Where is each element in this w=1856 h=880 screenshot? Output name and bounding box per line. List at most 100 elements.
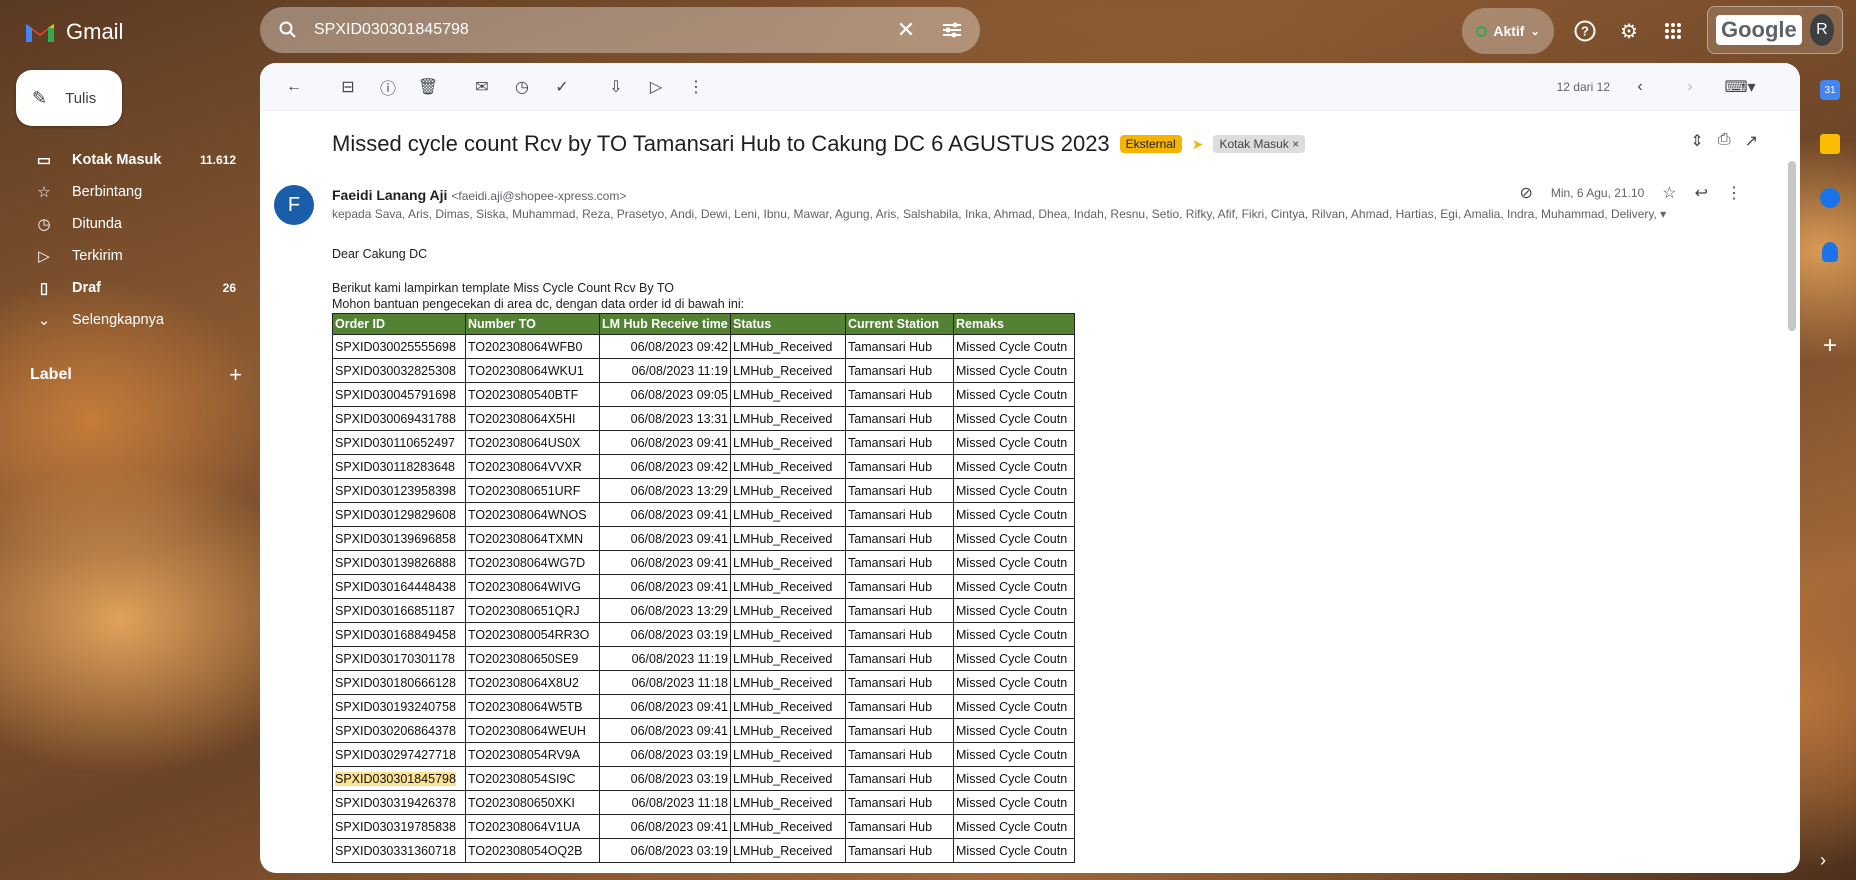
chevron-right-icon[interactable]: › [1670, 67, 1710, 107]
table-cell: 06/08/2023 09:41 [599, 814, 731, 839]
table-row: SPXID030110652497 TO202308064US0X 06/08/20… [332, 430, 1075, 455]
search-icon[interactable] [276, 18, 300, 42]
column-header: LM Hub Receive time [599, 313, 731, 335]
add-app-icon[interactable]: + [1804, 319, 1856, 373]
table-cell: SPXID030301845798 [332, 766, 466, 791]
archive-icon[interactable]: ⊟ [328, 67, 368, 107]
gear-icon[interactable]: ⚙ [1614, 16, 1644, 46]
search-input[interactable]: SPXID030301845798 [314, 21, 894, 39]
table-row: SPXID030297427718 TO202308054RV9A 06/08/20… [332, 742, 1075, 767]
help-icon[interactable]: ? [1570, 16, 1600, 46]
chevron-down-icon: ⌄ [37, 312, 51, 329]
table-cell: Missed Cycle Coutn [953, 430, 1075, 455]
star-icon[interactable]: ☆ [1662, 183, 1676, 203]
print-icon[interactable]: ⎙ [1718, 131, 1731, 151]
sidebar-item-drafts[interactable]: ▯ Draf 26 [16, 272, 252, 304]
chevron-down-icon: ⌄ [1530, 25, 1540, 38]
inbox-label-chip[interactable]: Kotak Masuk × [1213, 135, 1306, 153]
open-new-window-icon[interactable]: ↗ [1745, 131, 1758, 151]
table-cell: LMHub_Received [730, 622, 846, 647]
table-cell: Tamansari Hub [845, 358, 954, 383]
snooze-icon[interactable]: ◷ [502, 67, 542, 107]
table-cell: Tamansari Hub [845, 334, 954, 359]
sidebar-item-starred[interactable]: ☆ Berbintang [16, 176, 252, 208]
inbox-icon: ▭ [36, 152, 52, 169]
back-arrow-icon[interactable]: ← [274, 67, 314, 107]
table-cell: Tamansari Hub [845, 646, 954, 671]
table-cell: Missed Cycle Coutn [953, 478, 1075, 503]
table-row: SPXID030045791698 TO2023080540BTF 06/08/20… [332, 382, 1075, 407]
tune-icon[interactable] [940, 18, 964, 42]
add-task-icon[interactable]: ✓ [542, 67, 582, 107]
table-cell: SPXID030319785838 [332, 814, 466, 839]
table-body: SPXID030025555698 TO202308064WFB0 06/08/20… [332, 334, 1075, 863]
mark-unread-icon[interactable]: ✉ [462, 67, 502, 107]
recipients-line[interactable]: kepada Sava, Aris, Dimas, Siska, Muhamma… [332, 207, 1702, 221]
clock-icon: ◷ [37, 216, 51, 233]
remove-label-icon[interactable]: × [1292, 137, 1299, 151]
move-to-icon[interactable]: ⇩ [596, 67, 636, 107]
table-cell: SPXID030180666128 [332, 670, 466, 695]
calendar-icon[interactable]: 31 [1804, 63, 1856, 117]
more-vert-icon[interactable]: ⋮ [1726, 183, 1742, 203]
sidebar-item-label: Terkirim [72, 248, 123, 264]
table-cell: TO2023080651QRJ [465, 598, 600, 623]
table-row: SPXID030123958398 TO2023080651URF 06/08/20… [332, 478, 1075, 503]
collapse-all-icon[interactable]: ⇕ [1690, 131, 1703, 151]
table-cell: LMHub_Received [730, 478, 846, 503]
delete-icon[interactable]: 🗑 [408, 67, 448, 107]
greeting: Dear Cakung DC [332, 247, 428, 261]
report-spam-icon[interactable]: ⓘ [368, 67, 408, 107]
apps-grid-icon[interactable] [1658, 16, 1688, 46]
status-selector[interactable]: Aktif ⌄ [1462, 8, 1554, 54]
table-cell: SPXID030139696858 [332, 526, 466, 551]
gmail-logo[interactable]: Gmail [24, 14, 123, 50]
table-row: SPXID030331360718 TO202308054OQ2B 06/08/20… [332, 838, 1075, 863]
table-cell: Tamansari Hub [845, 598, 954, 623]
table-cell: SPXID030193240758 [332, 694, 466, 719]
sidebar-item-snoozed[interactable]: ◷ Ditunda [16, 208, 252, 240]
more-vert-icon[interactable]: ⋮ [676, 67, 716, 107]
avatar[interactable]: R [1809, 14, 1834, 46]
subject-line: Missed cycle count Rcv by TO Tamansari H… [332, 131, 1306, 157]
table-cell: Missed Cycle Coutn [953, 334, 1075, 359]
table-cell: Missed Cycle Coutn [953, 838, 1075, 863]
add-label-icon[interactable]: + [229, 362, 242, 388]
sidebar-item-sent[interactable]: ▷ Terkirim [16, 240, 252, 272]
account-box[interactable]: Google R [1707, 6, 1843, 54]
table-cell: 06/08/2023 11:18 [599, 670, 731, 695]
chevron-right-icon[interactable]: › [1820, 850, 1826, 871]
table-cell: TO202308064WFB0 [465, 334, 600, 359]
sender-email: <faeidi.aji@shopee-xpress.com> [451, 189, 627, 203]
attachment-icon: ⊘ [1519, 185, 1533, 202]
search-bar[interactable]: SPXID030301845798 ✕ [260, 7, 980, 53]
message-date: Min, 6 Agu, 21.10 [1550, 186, 1645, 200]
table-cell: 06/08/2023 13:29 [599, 598, 731, 623]
scrollbar[interactable] [1788, 161, 1796, 331]
sender-avatar[interactable]: F [274, 185, 314, 225]
reply-icon[interactable]: ↩ [1695, 183, 1708, 203]
compose-button[interactable]: ✎ Tulis [16, 70, 122, 126]
table-cell: Missed Cycle Coutn [953, 742, 1075, 767]
sidebar-item-inbox[interactable]: ▭ Kotak Masuk 11.612 [16, 144, 252, 176]
table-cell: Missed Cycle Coutn [953, 646, 1075, 671]
star-icon: ☆ [37, 184, 51, 201]
label-icon[interactable]: ▷ [636, 67, 676, 107]
table-cell: TO2023080540BTF [465, 382, 600, 407]
table-cell: 06/08/2023 13:31 [599, 406, 731, 431]
table-cell: TO202308054RV9A [465, 742, 600, 767]
contacts-icon[interactable] [1804, 225, 1856, 279]
sidebar-item-more[interactable]: ⌄ Selengkapnya [16, 304, 252, 336]
importance-marker-icon[interactable]: ➤ [1192, 136, 1204, 153]
column-header: Status [730, 313, 846, 335]
close-icon[interactable]: ✕ [894, 17, 918, 42]
order-table: Order ID Number TO LM Hub Receive time S… [332, 313, 1075, 863]
keep-icon[interactable] [1804, 117, 1856, 171]
table-row: SPXID030139696858 TO202308064TXMN 06/08/20… [332, 526, 1075, 551]
column-header: Number TO [465, 313, 600, 335]
chevron-down-icon[interactable]: ▾ [1660, 207, 1666, 221]
chevron-left-icon[interactable]: ‹ [1620, 67, 1660, 107]
tasks-icon[interactable] [1804, 171, 1856, 225]
keyboard-icon[interactable]: ⌨▾ [1720, 67, 1760, 107]
sender-name[interactable]: Faeidi Lanang Aji [332, 187, 447, 203]
